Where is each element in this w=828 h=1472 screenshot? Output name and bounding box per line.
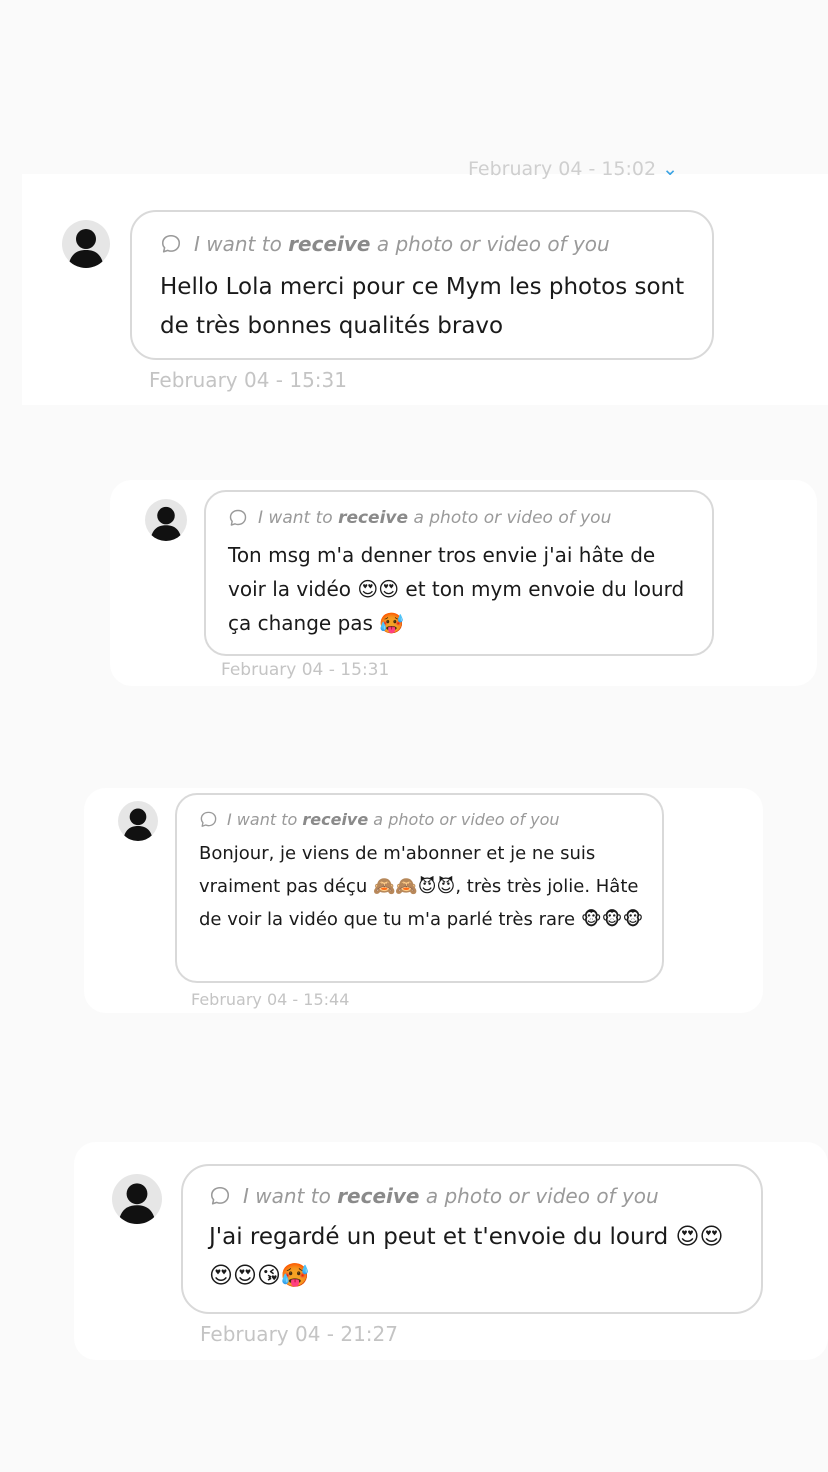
chat-bubble-icon	[200, 811, 217, 827]
user-silhouette-icon	[118, 1183, 156, 1224]
read-check-icon: ⌄	[662, 158, 679, 180]
message-bubble[interactable]: I want to receive a photo or video of yo…	[175, 793, 664, 983]
message-card: I want to receive a photo or video of yo…	[110, 480, 817, 686]
chat-bubble-icon	[229, 509, 247, 526]
message-bubble[interactable]: I want to receive a photo or video of yo…	[130, 210, 714, 360]
message-text: Bonjour, je viens de m'abonner et je ne …	[199, 843, 644, 930]
message-text: Ton msg m'a denner tros envie j'ai hâte …	[228, 543, 685, 635]
request-label: I want to receive a photo or video of yo…	[199, 810, 648, 829]
avatar[interactable]	[145, 499, 187, 541]
message-card: February 04 - 15:02 ⌄ I want to receive …	[22, 158, 828, 405]
message-bubble[interactable]: I want to receive a photo or video of yo…	[181, 1164, 763, 1314]
message-text: Hello Lola merci pour ce Mym les photos …	[160, 274, 685, 339]
avatar[interactable]	[112, 1174, 162, 1224]
avatar[interactable]	[62, 220, 110, 268]
chat-bubble-icon	[161, 234, 181, 253]
message-bubble[interactable]: I want to receive a photo or video of yo…	[204, 490, 714, 656]
message-text: J'ai regardé un peut et t'envoie du lour…	[209, 1224, 724, 1289]
request-label: I want to receive a photo or video of yo…	[209, 1184, 741, 1208]
user-silhouette-icon	[150, 506, 182, 541]
message-card: I want to receive a photo or video of yo…	[74, 1142, 828, 1360]
message-timestamp: February 04 - 21:27	[200, 1322, 398, 1346]
message-timestamp: February 04 - 15:31	[149, 368, 347, 392]
message-card: I want to receive a photo or video of yo…	[84, 788, 763, 1013]
request-label: I want to receive a photo or video of yo…	[160, 232, 686, 256]
avatar[interactable]	[118, 801, 158, 841]
request-label: I want to receive a photo or video of yo…	[228, 508, 696, 528]
user-silhouette-icon	[68, 229, 104, 268]
user-silhouette-icon	[123, 808, 153, 841]
header-timestamp: February 04 - 15:02 ⌄	[468, 158, 679, 180]
chat-bubble-icon	[210, 1186, 230, 1205]
message-timestamp: February 04 - 15:31	[221, 660, 390, 680]
message-timestamp: February 04 - 15:44	[191, 990, 350, 1009]
